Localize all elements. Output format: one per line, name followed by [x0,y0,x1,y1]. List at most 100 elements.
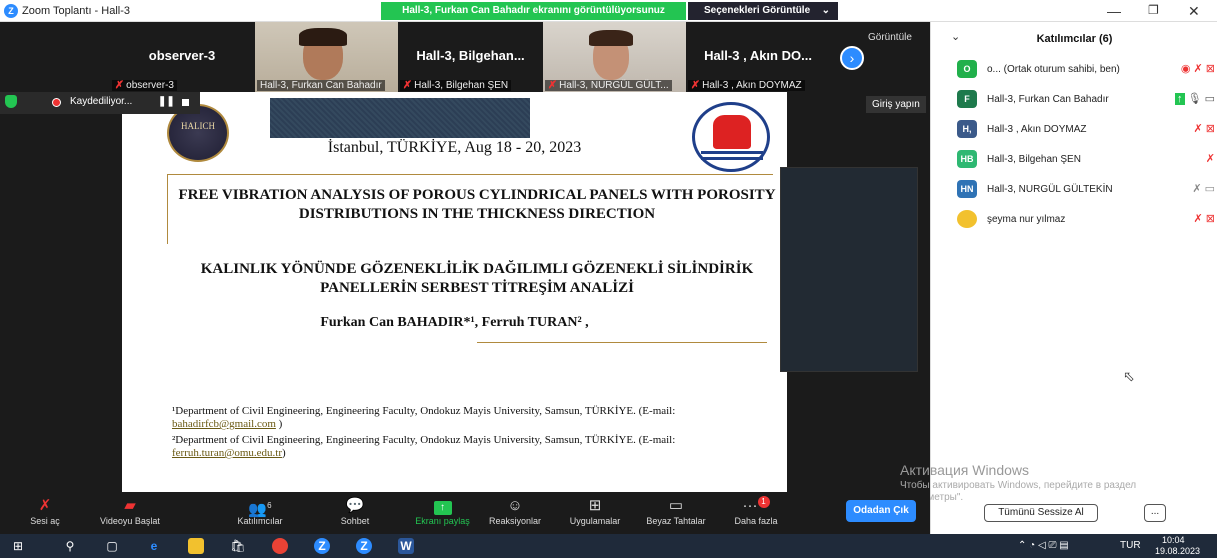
thumbnail-label: Hall-3, Furkan Can Bahadır [257,80,385,91]
participants-panel-title: Katılımcılar (6) [1036,33,1113,45]
affiliation-2-end: ) [282,447,286,459]
participant-row[interactable]: F Hall-3, Furkan Can Bahadır ↑ 🎙 ▭ [957,90,1215,110]
chat-button[interactable]: 💬 Sohbet [325,496,385,526]
thumbnail-label-text: observer-3 [126,80,174,91]
reactions-icon: ☺ [507,497,523,514]
participant-name: Hall-3, Furkan Can Bahadır [987,94,1109,105]
minimize-button[interactable]: — [1107,3,1121,19]
start-video-label: Videoyu Başlat [100,516,160,526]
thumbnail-akin[interactable]: Hall-3 , Akın DO... ✗̸ Hall-3 , Akın DOY… [686,22,830,92]
person-hair [299,28,347,46]
panel-more-button[interactable]: ... [1144,504,1166,522]
mic-off-icon[interactable]: ◉ ✗ ⊠ [1181,62,1215,75]
view-options-button[interactable]: Seçenekleri Görüntüle ⌄ [688,2,838,20]
chat-icon: 💬 [345,497,365,514]
close-button[interactable]: ✕ [1188,3,1200,20]
participant-row[interactable]: O o... (Ortak oturum sahibi, ben) ◉ ✗ ⊠ [957,60,1215,80]
task-view-icon[interactable]: ▢ [104,538,120,554]
participant-row[interactable]: şeyma nur yılmaz ✗ ⊠ [957,210,1215,230]
search-icon[interactable]: ⚲ [62,538,78,554]
share-screen-label: Ekranı paylaş [415,516,470,526]
thumbnail-label: ✗̸ Hall-3, NURGÜL GÜLT... [545,80,672,91]
participant-row[interactable]: HB Hall-3, Bilgehan ŞEN ✗ [957,150,1215,170]
shield-icon [5,95,17,108]
avatar: HN [957,180,977,198]
university-logo-wave [701,157,763,160]
edge-browser-icon[interactable]: e [146,538,162,554]
mute-all-button[interactable]: Tümünü Sessize Al [984,504,1098,522]
mic-off-icon: ✗̸ [115,80,124,91]
whiteboard-button[interactable]: ▭ Beyaz Tahtalar [638,496,714,526]
participant-name: Hall-3, Bilgehan ŞEN [987,154,1081,165]
clock-date[interactable]: 19.08.2023 [1155,546,1200,556]
mic-off-icon: ✗ [1205,153,1215,165]
reactions-button[interactable]: ☺ Reaksiyonlar [480,496,550,526]
unmute-button[interactable]: ✗ Sesi aç [20,496,70,526]
overlay-block [780,167,918,372]
windows-activation-watermark: Активация Windows [900,462,1030,478]
thumbnail-furkan[interactable]: Hall-3, Furkan Can Bahadır [255,22,398,92]
share-banner: Hall-3, Furkan Can Bahadır ekranını görü… [381,2,686,20]
thumbnail-bilgehan[interactable]: Hall-3, Bilgehan... ✗̸ Hall-3, Bilgehan … [398,22,543,92]
email-link-1[interactable]: bahadirfcb@gmail.com [172,418,276,430]
participant-row[interactable]: H, Hall-3 , Akın DOYMAZ ✗ ⊠ [957,120,1215,140]
camera-icon: ▭ [1204,93,1215,105]
email-link-2[interactable]: ferruh.turan@omu.edu.tr [172,447,282,459]
stop-icon[interactable] [182,99,189,106]
share-screen-icon: ↑ [405,496,480,516]
restore-button[interactable]: ❐ [1148,3,1159,17]
file-explorer-icon[interactable] [188,538,204,554]
gold-side-line [167,174,168,244]
university-logo-emblem [713,115,751,149]
more-button[interactable]: ··· 1 Daha fazla [725,496,787,526]
thumbnail-label-text: Hall-3, NURGÜL GÜLT... [559,80,669,91]
record-dot-icon [52,98,61,107]
zoom-meeting-taskbar-icon[interactable]: Z [356,538,372,554]
language-indicator[interactable]: TUR [1120,540,1141,551]
sign-in-button[interactable]: Giriş yapın [866,96,926,113]
word-icon[interactable]: W [398,538,414,554]
mic-off-icon: ✗̸ [691,80,700,91]
system-tray-icons[interactable]: ⌃ ◔ ◁ ⎚ ▤ [1018,540,1069,551]
view-options-label: Seçenekleri Görüntüle [704,5,811,16]
affiliation-1-text: ¹Department of Civil Engineering, Engine… [172,405,676,417]
person-hair [589,30,633,46]
thumbnail-observer[interactable]: observer-3 ✗̸ observer-3 [110,22,254,92]
chrome-icon[interactable] [272,538,288,554]
avatar [957,210,977,228]
share-screen-button[interactable]: ↑ Ekranı paylaş [405,496,480,526]
apps-button[interactable]: ⊞ Uygulamalar [560,496,630,526]
presentation-slide: HALICH İstanbul, TÜRKİYE, Aug 18 - 20, 2… [122,92,787,492]
more-badge: 1 [757,496,770,508]
video-thumbnail-strip: observer-3 ✗̸ observer-3 Hall-3, Furkan … [0,22,930,92]
store-icon[interactable]: 🛍 [230,538,246,554]
participant-name: o... (Ortak oturum sahibi, ben) [987,64,1120,75]
title-bar: Z Zoom Toplantı - Hall-3 Hall-3, Furkan … [0,0,1217,22]
affiliation-2-text: ²Department of Civil Engineering, Engine… [172,434,676,446]
zoom-taskbar-icon[interactable]: Z [314,538,330,554]
next-page-button[interactable]: › [840,46,864,70]
participant-row[interactable]: HN Hall-3, NURGÜL GÜLTEKİN ✗ ▭ [957,180,1215,200]
participant-name: Hall-3 , Akın DOYMAZ [987,124,1087,135]
avatar: O [957,60,977,78]
start-video-button[interactable]: ▰ Videoyu Başlat [90,496,170,526]
pause-icon[interactable]: ❚❚ [158,96,175,107]
whiteboard-icon: ▭ [668,497,684,514]
affiliation-2: ²Department of Civil Engineering, Engine… [172,434,772,460]
windows-start-icon[interactable]: ⊞ [10,538,26,554]
participants-panel: ⌄ Katılımcılar (6) O o... (Ortak oturum … [930,22,1217,534]
leave-room-button[interactable]: Odadan Çık [846,500,916,522]
participant-name: Hall-3, NURGÜL GÜLTEKİN [987,184,1113,195]
mic-off-icon: ✗ ⊠ [1193,123,1216,135]
slide-header-band [270,98,530,138]
recording-indicator: Kaydediliyor... ❚❚ [0,92,200,114]
thumbnail-nurgul[interactable]: ✗̸ Hall-3, NURGÜL GÜLT... [543,22,686,92]
clock-time[interactable]: 10:04 [1162,535,1185,545]
thumbnail-label-text: Hall-3, Bilgehan ŞEN [414,80,509,91]
participants-button[interactable]: 👥6 Katılımcılar [225,496,295,526]
zoom-logo-icon: Z [4,4,18,18]
mic-icon: 🎙 [1187,93,1202,105]
windows-activation-hint: Чтобы активировать Windows, перейдите в … [900,480,1137,503]
mic-off-icon: ✗ ⊠ [1193,213,1216,225]
participant-name: şeyma nur yılmaz [987,214,1066,225]
